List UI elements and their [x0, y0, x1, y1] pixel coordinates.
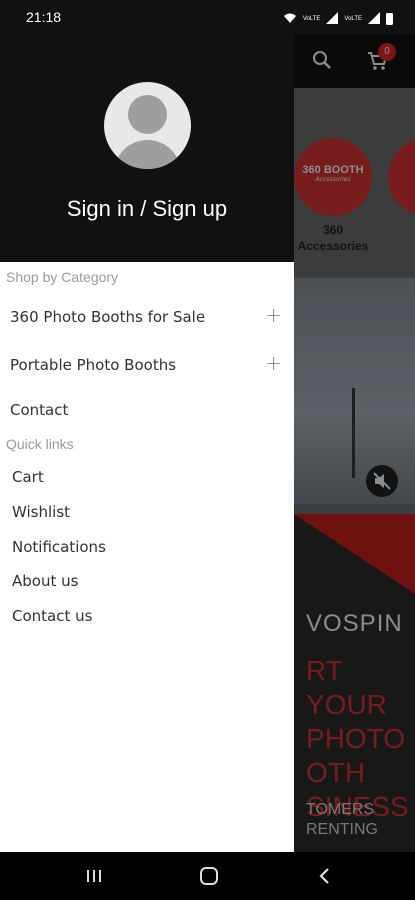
- menu-item-portable-photo-booths[interactable]: Portable Photo Booths +: [0, 345, 294, 385]
- avatar[interactable]: [104, 82, 191, 169]
- back-icon[interactable]: [313, 864, 337, 888]
- shop-by-category-label: Shop by Category: [6, 269, 119, 285]
- background-app: 0 360 BOOTH Accessories 360 Accessories …: [294, 34, 415, 852]
- avatar-head-icon: [128, 95, 167, 134]
- signal-icon: [326, 9, 339, 28]
- plus-icon[interactable]: +: [265, 351, 282, 375]
- quick-link-label: Notifications: [12, 538, 106, 556]
- scrim-overlay[interactable]: [294, 34, 415, 852]
- status-icons: VoLTE VoLTE: [283, 9, 393, 28]
- navigation-drawer: Sign in / Sign up Shop by Category 360 P…: [0, 34, 294, 852]
- drawer-header: Sign in / Sign up: [0, 34, 294, 262]
- wifi-icon: [283, 9, 297, 28]
- menu-item-label: Portable Photo Booths: [10, 356, 177, 374]
- sign-in-button[interactable]: Sign in / Sign up: [0, 196, 294, 222]
- quick-link-contact-us[interactable]: Contact us: [0, 599, 294, 633]
- signal-icon-2: [368, 9, 380, 28]
- menu-item-360-photo-booths[interactable]: 360 Photo Booths for Sale +: [0, 297, 294, 337]
- quick-link-notifications[interactable]: Notifications: [0, 530, 294, 564]
- avatar-body-icon: [114, 140, 181, 169]
- status-bar: 21:18 VoLTE VoLTE: [0, 0, 415, 34]
- plus-icon[interactable]: +: [265, 303, 282, 327]
- quick-link-label: Cart: [12, 468, 44, 486]
- quick-link-about-us[interactable]: About us: [0, 564, 294, 598]
- menu-item-label: Contact: [10, 401, 69, 419]
- status-time: 21:18: [26, 9, 62, 25]
- volte-label-2: VoLTE: [344, 15, 362, 22]
- menu-item-contact[interactable]: Contact: [0, 390, 294, 430]
- recents-icon[interactable]: [82, 864, 106, 888]
- quick-link-label: About us: [12, 572, 79, 590]
- quick-link-label: Contact us: [12, 607, 93, 625]
- quick-link-label: Wishlist: [12, 503, 71, 521]
- system-nav-bar: [0, 852, 415, 900]
- menu-item-label: 360 Photo Booths for Sale: [10, 308, 206, 326]
- volte-label-1: VoLTE: [302, 15, 321, 22]
- quick-link-cart[interactable]: Cart: [0, 460, 294, 494]
- home-icon[interactable]: [197, 864, 221, 888]
- battery-icon: [386, 12, 393, 25]
- quick-link-wishlist[interactable]: Wishlist: [0, 495, 294, 529]
- quick-links-label: Quick links: [6, 436, 74, 452]
